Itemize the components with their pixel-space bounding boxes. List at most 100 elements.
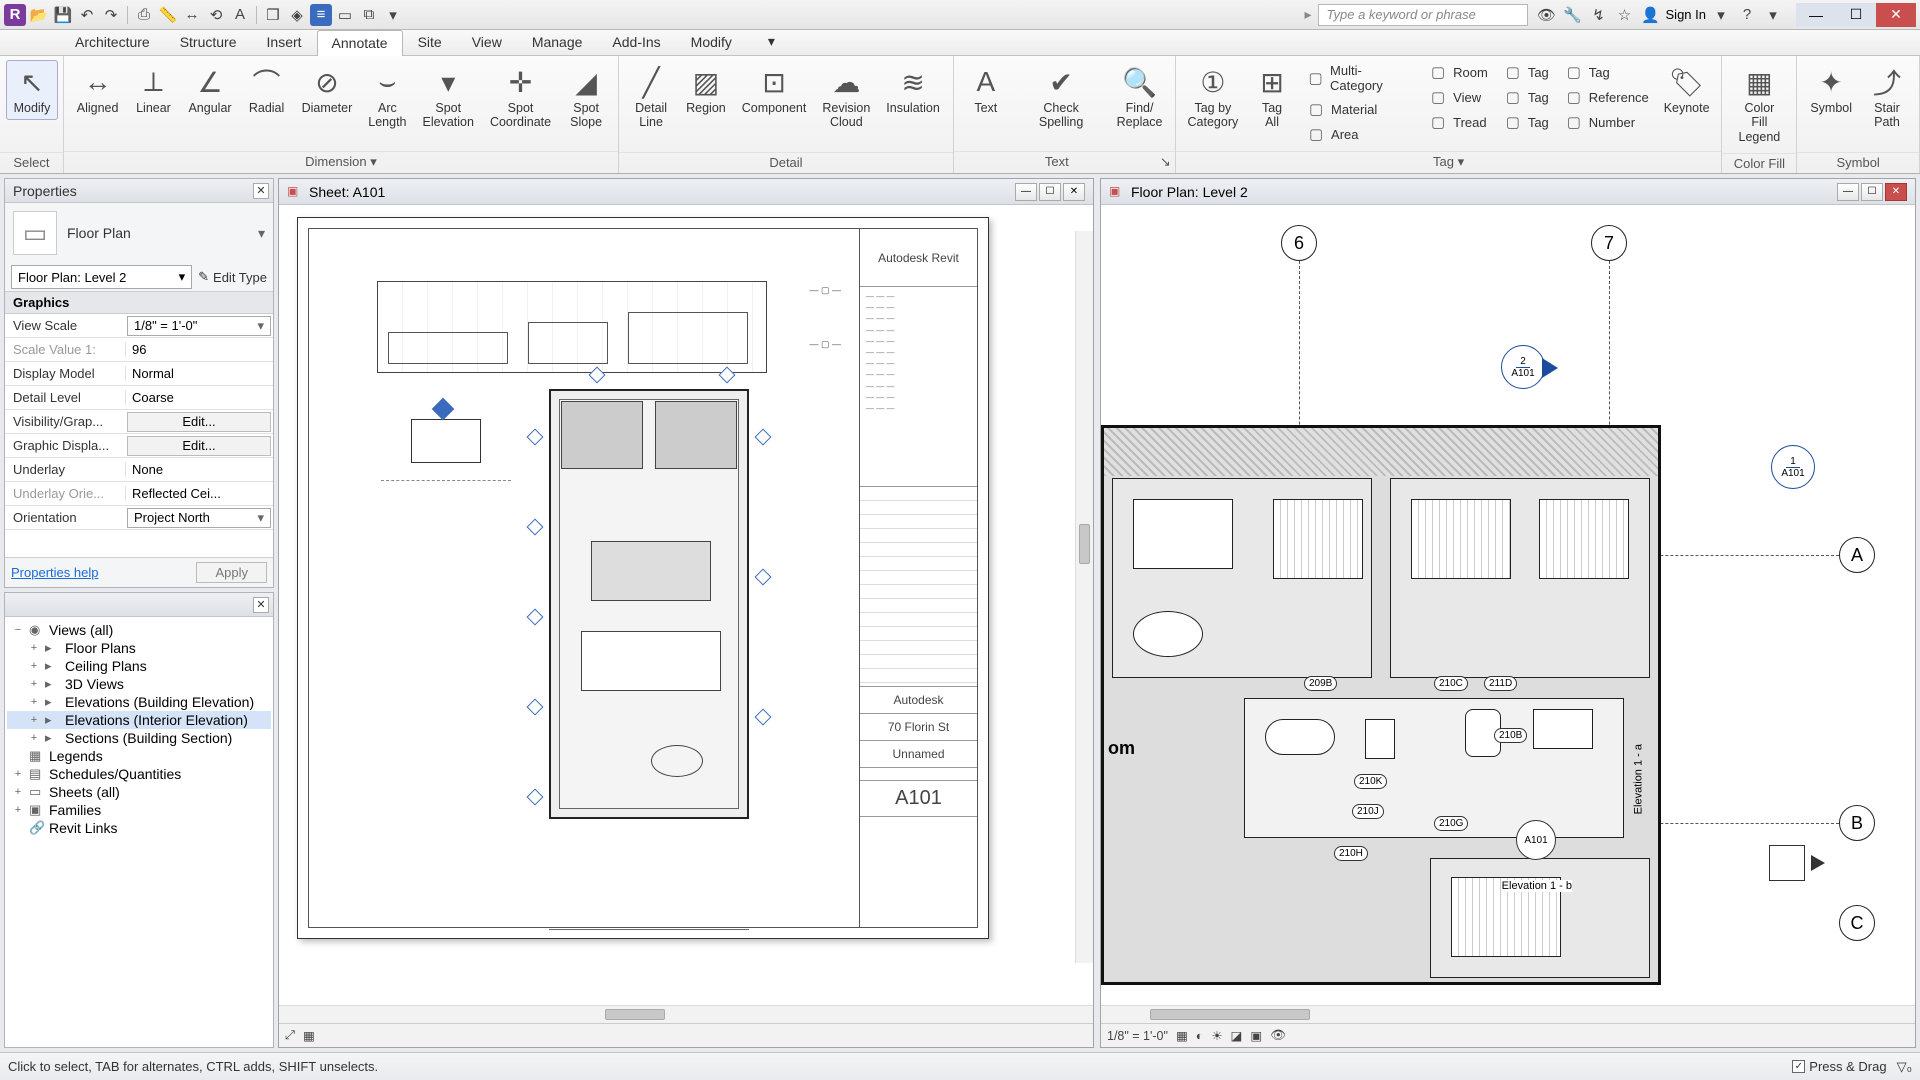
vcb-detail-icon[interactable]: ▦ — [1176, 1028, 1188, 1043]
undo-icon[interactable]: ↶ — [76, 4, 98, 26]
panel-close-icon[interactable]: ✕ — [253, 597, 269, 613]
text-icon[interactable]: A — [229, 4, 251, 26]
dimension-icon[interactable]: ↔ — [181, 4, 203, 26]
diameter-button[interactable]: ⊘Diameter — [295, 60, 360, 120]
property-row[interactable]: Visibility/Grap...Edit... — [5, 410, 273, 434]
insulation-button[interactable]: ≋Insulation — [879, 60, 947, 120]
door-tag[interactable]: 210G — [1434, 816, 1468, 831]
apply-button[interactable]: Apply — [196, 562, 267, 583]
close-hidden-icon[interactable]: ▭ — [334, 4, 356, 26]
color-fill-legend-button[interactable]: ▦ Color Fill Legend — [1728, 60, 1790, 149]
type-selector[interactable]: Floor Plan ▾ — [67, 225, 265, 242]
save-icon[interactable]: 💾 — [52, 4, 74, 26]
tree-node-views-all-[interactable]: −◉Views (all) — [7, 621, 271, 639]
scrollbar-horizontal[interactable] — [279, 1005, 1093, 1023]
scrollbar-vertical[interactable] — [1075, 231, 1093, 963]
help-dropdown-icon[interactable]: ▾ — [1762, 4, 1784, 26]
aligned-button[interactable]: ↔Aligned — [70, 60, 126, 120]
door-tag[interactable]: 209B — [1304, 676, 1337, 691]
window-maximize-icon[interactable]: ☐ — [1836, 3, 1876, 27]
symbol-button[interactable]: ✦Symbol — [1803, 60, 1859, 120]
tree-node-elevations-building-elevation-[interactable]: +▸Elevations (Building Elevation) — [7, 693, 271, 711]
modify-button[interactable]: ↖ Modify — [6, 60, 58, 120]
favorite-icon[interactable]: ☆ — [1614, 4, 1636, 26]
door-tag[interactable]: 210C — [1434, 676, 1468, 691]
property-row[interactable]: View Scale1/8" = 1'-0"▾ — [5, 314, 273, 338]
component-button[interactable]: ⊡Component — [735, 60, 814, 120]
tab-view[interactable]: View — [457, 29, 517, 55]
tree-node-sections-building-section-[interactable]: +▸Sections (Building Section) — [7, 729, 271, 747]
tag-by-category-button[interactable]: ① Tag by Category — [1182, 60, 1244, 135]
grid-bubble[interactable]: 6 — [1281, 225, 1317, 261]
switch-windows-icon[interactable]: ⧉ — [358, 4, 380, 26]
thin-lines-icon[interactable]: ≡ — [310, 4, 332, 26]
tab-add-ins[interactable]: Add-Ins — [597, 29, 675, 55]
app-menu-button[interactable]: R — [4, 4, 26, 26]
window-minimize-icon[interactable]: — — [1796, 3, 1836, 27]
press-drag-checkbox[interactable]: ✓Press & Drag — [1792, 1059, 1886, 1074]
signin-dropdown-icon[interactable]: ▾ — [1710, 4, 1732, 26]
tag-col3-7-button[interactable]: ▢Tag — [1497, 85, 1556, 109]
vcb-scale[interactable]: 1/8" = 1'-0" — [1107, 1029, 1168, 1043]
property-row[interactable]: Display ModelNormal — [5, 362, 273, 386]
door-tag[interactable]: 210H — [1334, 846, 1368, 861]
tree-node-floor-plans[interactable]: +▸Floor Plans — [7, 639, 271, 657]
spot-button[interactable]: ✛Spot Coordinate — [483, 60, 558, 135]
keynote-button[interactable]: 🏷 Keynote — [1658, 60, 1716, 120]
door-tag[interactable]: A101 — [1516, 820, 1556, 860]
3d-icon[interactable]: ❒ — [262, 4, 284, 26]
angular-button[interactable]: ∠Angular — [181, 60, 238, 120]
tab-site[interactable]: Site — [403, 29, 457, 55]
redo-icon[interactable]: ↷ — [100, 4, 122, 26]
tree-node-sheets-all-[interactable]: +▭Sheets (all) — [7, 783, 271, 801]
subscription-icon[interactable]: 👁 — [1536, 4, 1558, 26]
text-button[interactable]: AText — [960, 60, 1012, 120]
vp-minimize-icon[interactable]: — — [1837, 183, 1859, 201]
vcb-style-icon[interactable]: ◐ — [1196, 1029, 1204, 1043]
search-input[interactable]: Type a keyword or phrase — [1318, 4, 1528, 26]
tab-insert[interactable]: Insert — [252, 29, 317, 55]
tree-node-3d-views[interactable]: +▸3D Views — [7, 675, 271, 693]
tag-col3-6-button[interactable]: ▢Tag — [1497, 60, 1556, 84]
vp-close-icon[interactable]: ✕ — [1063, 183, 1085, 201]
properties-section-graphics[interactable]: Graphics — [5, 291, 273, 314]
tab-modify[interactable]: Modify — [676, 29, 747, 55]
property-row[interactable]: UnderlayNone — [5, 458, 273, 482]
check-spelling-button[interactable]: ✔Check Spelling — [1014, 60, 1109, 135]
find--button[interactable]: 🔍Find/ Replace — [1110, 60, 1168, 135]
door-tag[interactable]: 210J — [1352, 804, 1384, 819]
tag-room-button[interactable]: ▢Room — [1422, 60, 1495, 84]
signin-link[interactable]: Sign In — [1666, 7, 1706, 22]
grid-bubble[interactable]: C — [1839, 905, 1875, 941]
property-row[interactable]: Detail LevelCoarse — [5, 386, 273, 410]
tab-structure[interactable]: Structure — [165, 29, 252, 55]
tree-node-ceiling-plans[interactable]: +▸Ceiling Plans — [7, 657, 271, 675]
tag-col4-10-button[interactable]: ▢Reference — [1558, 85, 1656, 109]
key-icon[interactable]: 🔧 — [1562, 4, 1584, 26]
property-row[interactable]: Underlay Orie...Reflected Cei... — [5, 482, 273, 506]
vcb-crop-icon[interactable]: ▣ — [1250, 1028, 1262, 1043]
property-row[interactable]: Graphic Displa...Edit... — [5, 434, 273, 458]
tag-material-button[interactable]: ▢Material — [1300, 97, 1420, 121]
tag-col4-9-button[interactable]: ▢Tag — [1558, 60, 1656, 84]
vcb-shadows-icon[interactable]: ◪ — [1231, 1028, 1243, 1043]
tree-node-revit-links[interactable]: 🔗Revit Links — [7, 819, 271, 837]
detail-button[interactable]: ╱Detail Line — [625, 60, 677, 135]
linear-button[interactable]: ⟂Linear — [127, 60, 179, 120]
properties-help-link[interactable]: Properties help — [11, 565, 98, 580]
tab-annotate[interactable]: Annotate — [317, 30, 403, 56]
print-icon[interactable]: ⎙ — [133, 4, 155, 26]
property-row[interactable]: OrientationProject North▾ — [5, 506, 273, 530]
section-reference[interactable]: 1 A101 — [1771, 445, 1815, 489]
stair-button[interactable]: ⤴Stair Path — [1861, 60, 1913, 135]
radial-button[interactable]: ⌒Radial — [241, 60, 293, 120]
vp-maximize-icon[interactable]: ☐ — [1861, 183, 1883, 201]
window-close-icon[interactable]: ✕ — [1876, 3, 1916, 27]
tree-node-families[interactable]: +▣Families — [7, 801, 271, 819]
tag-view-button[interactable]: ▢View — [1422, 85, 1495, 109]
grid-bubble[interactable]: A — [1839, 537, 1875, 573]
tag-tread-button[interactable]: ▢Tread — [1422, 110, 1495, 134]
property-row[interactable]: Scale Value 1:96 — [5, 338, 273, 362]
door-tag[interactable]: 210B — [1494, 728, 1527, 743]
filter-icon[interactable]: ▽₀ — [1897, 1059, 1912, 1075]
